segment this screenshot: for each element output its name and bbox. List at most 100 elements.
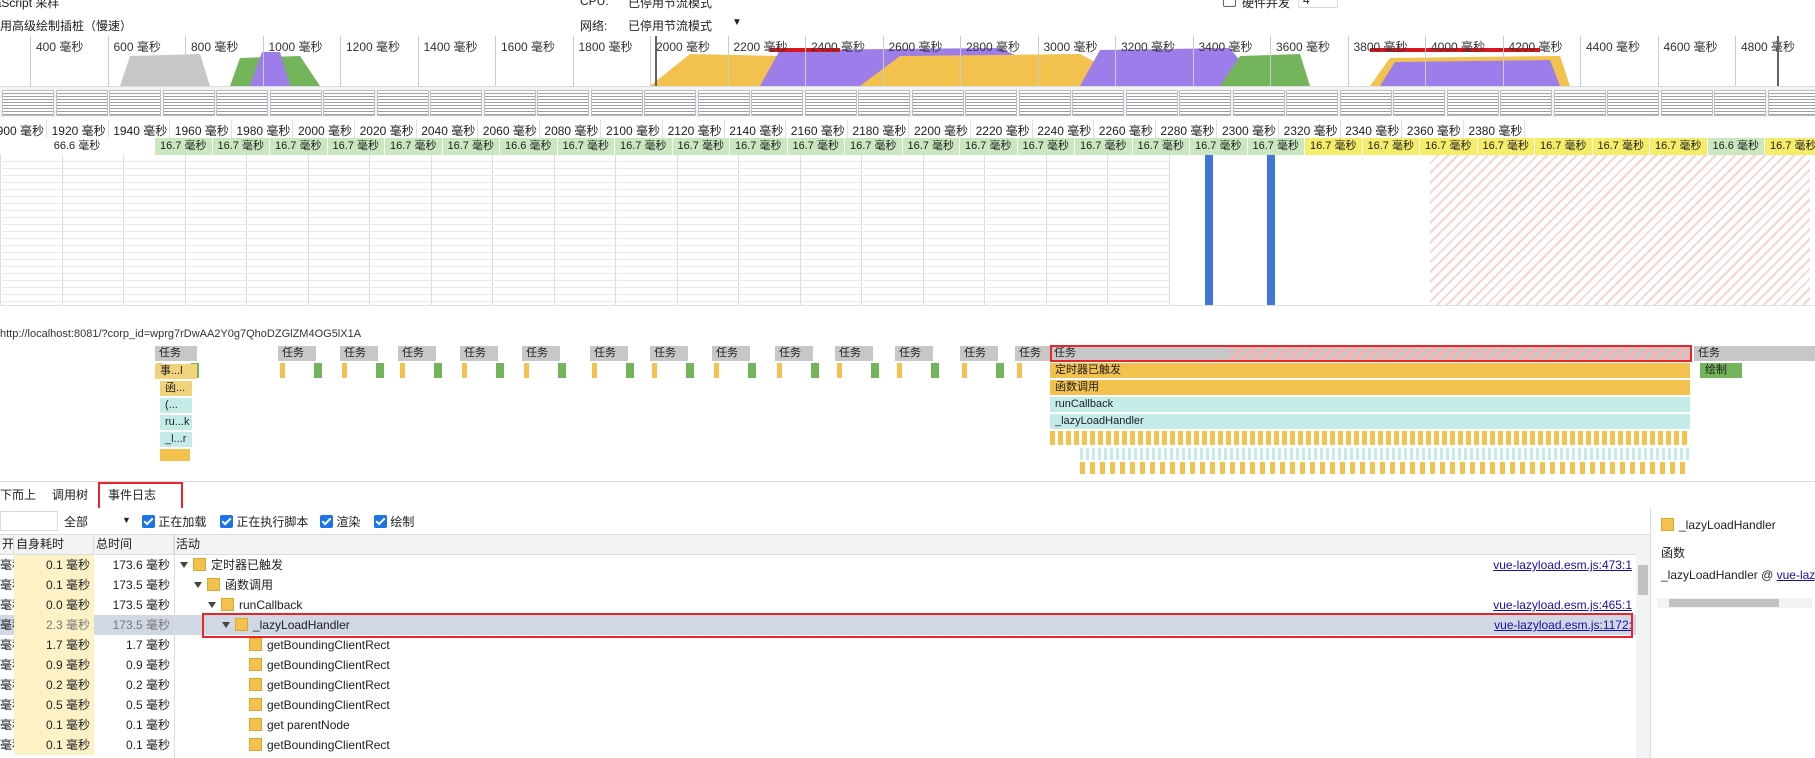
main-thread-flame-chart[interactable]: 任务 任务 任务 任务 任务 任务 任务 任务 任务 任务 任务 任务 任务 任务 事...l 函... … (0, 344, 1815, 479)
script-event[interactable] (777, 363, 782, 378)
function-call-bar[interactable]: 函数调用 (1050, 380, 1690, 395)
col-start-time[interactable]: 开始时间 (0, 535, 14, 554)
paint-bar[interactable]: 绘制 (1700, 363, 1742, 378)
frame-item[interactable]: 16.7 毫秒 (270, 138, 328, 155)
frame-item[interactable]: 16.7 毫秒 (1765, 138, 1815, 155)
frame-item[interactable]: 16.7 毫秒 (1132, 138, 1190, 155)
frame-item[interactable]: 16.7 毫秒 (615, 138, 673, 155)
paint-event[interactable] (871, 363, 879, 378)
col-self-time[interactable]: 自身耗时 (14, 535, 94, 554)
filter-loading[interactable]: 正在加载 (142, 513, 206, 530)
event-log-table[interactable]: 开始时间 自身耗时 总时间 活动 毫秒0.1 毫秒173.6 毫秒定时器已触发v… (0, 535, 1650, 758)
network-throttle-select[interactable]: 已停用节流模式 (628, 17, 712, 34)
table-row[interactable]: 毫秒0.1 毫秒0.1 毫秒getBoundingClientRect (0, 735, 1650, 755)
timeline-overview[interactable]: 400 毫秒 600 毫秒 800 毫秒 1000 毫秒 1200 毫秒 1400 毫秒 1… (0, 36, 1815, 87)
expand-triangle-icon[interactable] (194, 582, 202, 588)
script-event[interactable] (1017, 363, 1022, 378)
paint-event[interactable] (811, 363, 819, 378)
script-event[interactable] (962, 363, 967, 378)
frame-item[interactable]: 16.7 毫秒 (1017, 138, 1075, 155)
task-block[interactable]: 任务 (522, 346, 560, 361)
filter-rendering[interactable]: 渲染 (320, 513, 360, 530)
frame-item[interactable]: 16.7 毫秒 (1592, 138, 1650, 155)
task-block[interactable]: 任务 (460, 346, 498, 361)
left-stack-item[interactable]: _l...r (160, 432, 192, 447)
frame-item[interactable]: 16.7 毫秒 (902, 138, 960, 155)
script-event[interactable] (714, 363, 719, 378)
frame-item[interactable]: 16.7 毫秒 (1650, 138, 1708, 155)
frame-item[interactable]: 16.7 毫秒 (327, 138, 385, 155)
script-event[interactable] (462, 363, 467, 378)
frame-item[interactable]: 16.7 毫秒 (442, 138, 500, 155)
paint-event[interactable] (376, 363, 384, 378)
paint-event[interactable] (931, 363, 939, 378)
paint-event[interactable] (434, 363, 442, 378)
frame-item[interactable]: 16.7 毫秒 (960, 138, 1018, 155)
summary-source-link[interactable]: vue-lazy (1777, 568, 1815, 582)
frame-item[interactable]: 16.7 毫秒 (212, 138, 270, 155)
left-stack-item[interactable]: ru...k (160, 415, 192, 430)
paint-event[interactable] (748, 363, 756, 378)
col-total-time[interactable]: 总时间 (94, 535, 174, 554)
script-event[interactable] (897, 363, 902, 378)
frame-first[interactable]: 66.6 毫秒 (0, 138, 155, 155)
filter-scripting[interactable]: 正在执行脚本 (220, 513, 308, 530)
script-event[interactable] (400, 363, 405, 378)
table-row[interactable]: 毫秒0.0 毫秒 173.5 毫秒 runCallback vue-lazyload.… (0, 595, 1650, 615)
frame-item[interactable]: 16.7 毫秒 (787, 138, 845, 155)
frame-item[interactable]: 16.7 毫秒 (845, 138, 903, 155)
table-row[interactable]: 毫秒1.7 毫秒1.7 毫秒getBoundingClientRect (0, 635, 1650, 655)
frame-item[interactable]: 16.7 毫秒 (1420, 138, 1478, 155)
paint-event[interactable] (996, 363, 1004, 378)
table-row[interactable]: 毫秒0.5 毫秒0.5 毫秒getBoundingClientRect (0, 695, 1650, 715)
cpu-throttle-select[interactable]: 已停用节流模式 (628, 0, 712, 11)
tab-bottom-up[interactable]: 自下而上 (0, 482, 44, 508)
script-event[interactable] (652, 363, 657, 378)
source-link[interactable]: vue-lazyload.esm.js:473:1 (1493, 555, 1632, 575)
left-stack-item[interactable]: (... (160, 398, 192, 413)
timer-fired-bar[interactable]: 定时器已触发 (1050, 363, 1690, 378)
run-callback-bar[interactable]: runCallback (1050, 397, 1690, 412)
frame-item[interactable]: 16.7 毫秒 (1247, 138, 1305, 155)
script-event[interactable] (592, 363, 597, 378)
task-after[interactable]: 任务 (1694, 346, 1815, 361)
task-block[interactable]: 任务 (775, 346, 813, 361)
task-block[interactable]: 任务 (895, 346, 933, 361)
task-block[interactable]: 任务 (712, 346, 750, 361)
duration-filter-select[interactable]: 全部 (64, 513, 88, 530)
task-block[interactable]: 任务 (650, 346, 688, 361)
paint-event[interactable] (496, 363, 504, 378)
paint-event[interactable] (686, 363, 694, 378)
frame-item[interactable]: 16.6 毫秒 (500, 138, 558, 155)
filter-input[interactable] (0, 511, 58, 531)
frame-item[interactable]: 16.7 毫秒 (1190, 138, 1248, 155)
expand-triangle-icon[interactable] (208, 602, 216, 608)
task-block[interactable]: 任务 (155, 346, 197, 361)
tab-call-tree[interactable]: 调用树 (44, 482, 96, 508)
expand-triangle-icon[interactable] (180, 562, 188, 568)
table-row[interactable]: 毫秒0.2 毫秒0.2 毫秒getBoundingClientRect (0, 675, 1650, 695)
script-event[interactable] (524, 363, 529, 378)
left-stack-item[interactable]: 事...l (155, 364, 197, 379)
task-block[interactable]: 任务 (340, 346, 378, 361)
selection-window[interactable] (655, 36, 1779, 86)
task-block[interactable]: 任务 (398, 346, 436, 361)
chevron-down-icon[interactable]: ▼ (122, 515, 131, 525)
frame-item[interactable]: 16.7 毫秒 (155, 138, 213, 155)
table-scrollbar[interactable] (1636, 535, 1650, 758)
left-stack-item[interactable]: 函... (160, 381, 192, 396)
script-event[interactable] (837, 363, 842, 378)
hardware-concurrency-input[interactable]: 4 (1298, 0, 1338, 8)
frame-item[interactable]: 16.7 毫秒 (1362, 138, 1420, 155)
frame-item[interactable]: 16.7 毫秒 (672, 138, 730, 155)
table-row[interactable]: 毫秒0.1 毫秒 173.6 毫秒 定时器已触发 vue-lazyload.esm.j… (0, 555, 1650, 575)
task-block[interactable]: 任务 (960, 346, 998, 361)
frame-item[interactable]: 16.6 毫秒 (1707, 138, 1765, 155)
task-block[interactable]: 任务 (590, 346, 628, 361)
frame-item[interactable]: 16.7 毫秒 (557, 138, 615, 155)
frames-track[interactable]: 66.6 毫秒 16.7 毫秒 16.7 毫秒 16.7 毫秒 16.7 毫秒 16.7… (0, 138, 1815, 155)
summary-h-scrollbar[interactable] (1657, 598, 1812, 608)
task-block[interactable]: 任务 (278, 346, 316, 361)
paint-event[interactable] (626, 363, 634, 378)
frame-item[interactable]: 16.7 毫秒 (1305, 138, 1363, 155)
